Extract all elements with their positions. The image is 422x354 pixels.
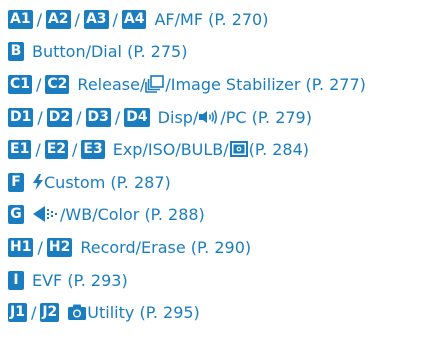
separator: / — [76, 107, 82, 127]
menu-label-af-mf: AF/MF (P. 270) — [154, 9, 269, 29]
tab-badge-g: G — [8, 204, 24, 224]
menu-label-page-284: (P. 284) — [248, 139, 310, 159]
menu-label-pc: /PC (P. 279) — [220, 107, 312, 127]
tab-badge-h2: H2 — [46, 237, 73, 257]
menu-row-evf[interactable]: I EVF (P. 293) — [8, 269, 128, 291]
menu-row-disp[interactable]: D1 / D2 / D3 / D4 Disp/ /PC (P. 279) — [8, 106, 312, 128]
separator: / — [36, 74, 42, 94]
menu-label-disp: Disp/ — [157, 107, 199, 127]
menu-row-flash-custom[interactable]: F Custom (P. 287) — [8, 171, 171, 193]
menu-label-utility: Utility (P. 295) — [87, 302, 200, 322]
menu-label-button-dial: Button/Dial (P. 275) — [32, 41, 188, 61]
image-quality-icon — [32, 205, 60, 223]
menu-label-custom: Custom (P. 287) — [44, 172, 171, 192]
tab-badge-i: I — [8, 270, 24, 290]
metering-icon — [229, 140, 249, 158]
menu-row-release[interactable]: C1 / C2 Release/ /Image Stabilizer (P. 2… — [8, 73, 366, 95]
tab-badge-a4: A4 — [121, 9, 147, 29]
tab-badge-j2: J2 — [40, 302, 60, 322]
menu-label-wb-color: /WB/Color (P. 288) — [60, 204, 205, 224]
tab-badge-e3: E3 — [81, 139, 105, 159]
separator: / — [74, 9, 80, 29]
tab-badge-e2: E2 — [44, 139, 69, 159]
tab-badge-d4: D4 — [124, 107, 150, 127]
menu-row-button-dial[interactable]: B Button/Dial (P. 275) — [8, 40, 187, 62]
menu-label-evf: EVF (P. 293) — [32, 270, 128, 290]
separator: / — [114, 107, 121, 127]
tab-badge-a3: A3 — [83, 9, 109, 29]
separator: / — [112, 9, 118, 29]
tab-badge-d2: D2 — [46, 107, 73, 127]
tab-badge-b: B — [8, 41, 24, 61]
tab-badge-c2: C2 — [45, 74, 70, 94]
menu-row-wb-color[interactable]: G /WB/Color (P. 288) — [8, 203, 205, 225]
menu-label-exp-iso-bulb: Exp/ISO/BULB/ — [112, 139, 229, 159]
flash-icon — [32, 173, 44, 191]
menu-row-exp-iso[interactable]: E1 / E2 / E3 Exp/ISO/BULB/ (P. 284) — [8, 138, 309, 160]
menu-row-af-mf[interactable]: A1 / A2 / A3 / A4 AF/MF (P. 270) — [8, 8, 268, 30]
beep-sound-icon — [198, 109, 220, 125]
sequential-shooting-icon — [145, 75, 165, 93]
tab-badge-c1: C1 — [8, 74, 33, 94]
tab-badge-a2: A2 — [45, 9, 71, 29]
tab-badge-j1: J1 — [8, 302, 27, 322]
menu-label-release: Release/ — [77, 74, 146, 94]
tab-badge-h1: H1 — [8, 237, 34, 257]
camera-icon — [67, 303, 87, 321]
menu-label-record-erase: Record/Erase (P. 290) — [80, 237, 252, 257]
tab-badge-d1: D1 — [8, 107, 34, 127]
tab-badge-a1: A1 — [8, 9, 33, 29]
separator: / — [37, 237, 43, 257]
separator: / — [36, 9, 42, 29]
separator: / — [37, 107, 43, 127]
separator: / — [30, 302, 37, 322]
menu-label-image-stabilizer: /Image Stabilizer (P. 277) — [165, 74, 366, 94]
tab-badge-f: F — [8, 172, 24, 192]
custom-menu-list: A1 / A2 / A3 / A4 AF/MF (P. 270) B Butto… — [0, 0, 422, 354]
separator: / — [35, 139, 41, 159]
tab-badge-d3: D3 — [85, 107, 111, 127]
tab-badge-e1: E1 — [8, 139, 32, 159]
menu-row-record-erase[interactable]: H1 / H2 Record/Erase (P. 290) — [8, 236, 251, 258]
menu-row-utility[interactable]: J1 / J2 Utility (P. 295) — [8, 301, 200, 323]
separator: / — [72, 139, 78, 159]
